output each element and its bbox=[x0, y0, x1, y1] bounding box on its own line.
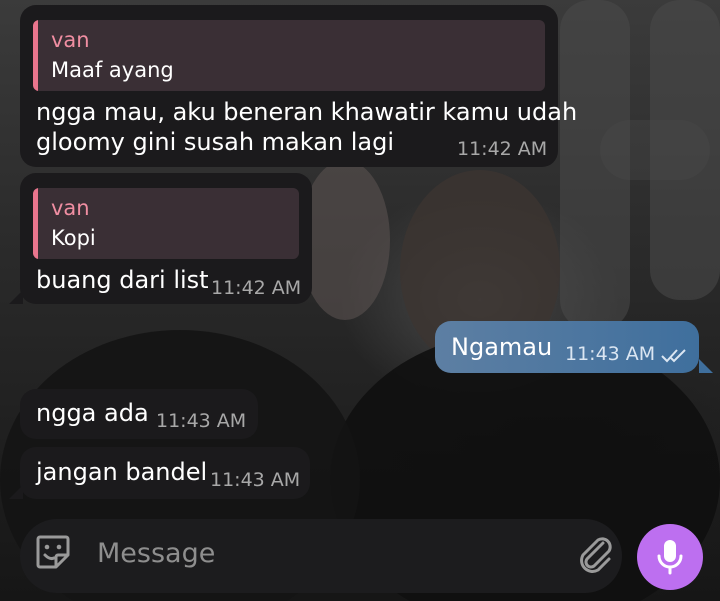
reply-quoted-text: Kopi bbox=[51, 226, 96, 250]
message-timestamp: 11:43 AM bbox=[156, 410, 247, 432]
bubble-tail bbox=[9, 485, 23, 499]
message-text-line: ngga mau, aku beneran khawatir kamu udah bbox=[36, 98, 578, 126]
incoming-message-bubble[interactable]: van Maaf ayang ngga mau, aku beneran kha… bbox=[20, 5, 577, 167]
incoming-message-bubble[interactable]: ngga ada 11:43 AM bbox=[20, 389, 258, 439]
message-timestamp: 11:42 AM bbox=[457, 138, 548, 160]
paperclip-icon[interactable] bbox=[575, 533, 617, 575]
message-text: buang dari list bbox=[36, 266, 209, 294]
bubble-tail bbox=[9, 290, 23, 304]
message-timestamp: 11:43 AM bbox=[210, 469, 301, 491]
reply-quote[interactable]: van Kopi bbox=[33, 188, 299, 259]
voice-record-button[interactable] bbox=[637, 524, 703, 590]
incoming-message-bubble[interactable]: van Kopi buang dari list 11:42 AM bbox=[20, 173, 312, 304]
message-text: jangan bandel bbox=[36, 458, 208, 486]
message-timestamp: 11:42 AM bbox=[211, 277, 302, 299]
message-text-line: gloomy gini susah makan lagi bbox=[36, 128, 395, 156]
message-input[interactable]: Message bbox=[97, 538, 215, 569]
incoming-message-bubble[interactable]: jangan bandel 11:43 AM bbox=[20, 447, 310, 499]
reply-sender-name: van bbox=[51, 28, 90, 52]
message-timestamp: 11:43 AM bbox=[565, 343, 656, 365]
microphone-icon bbox=[657, 540, 683, 575]
double-check-icon bbox=[661, 349, 686, 363]
message-text: Ngamau bbox=[451, 333, 553, 361]
outgoing-message-bubble[interactable]: Ngamau 11:43 AM bbox=[435, 321, 699, 373]
bubble-tail bbox=[699, 359, 713, 373]
reply-sender-name: van bbox=[51, 196, 90, 220]
sticker-icon[interactable] bbox=[34, 533, 72, 571]
reply-quote[interactable]: van Maaf ayang bbox=[33, 20, 545, 91]
message-text: ngga ada bbox=[36, 399, 149, 427]
reply-quoted-text: Maaf ayang bbox=[51, 58, 174, 82]
